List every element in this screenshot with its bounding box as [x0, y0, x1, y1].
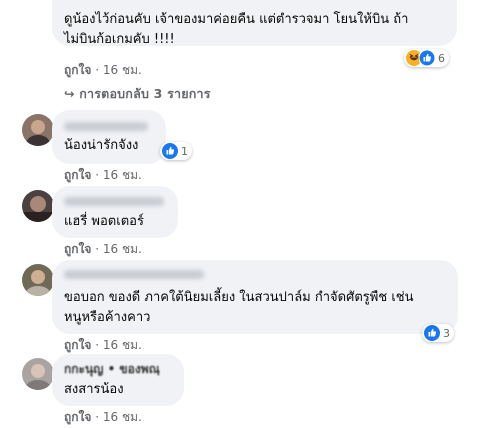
- timestamp[interactable]: 16 ชม.: [103, 63, 142, 77]
- comment-bubble: น้องน่ารักจังง: [52, 110, 166, 164]
- avatar[interactable]: [22, 264, 54, 296]
- avatar-photo: [22, 358, 54, 390]
- comment-meta: ถูกใจ · 16 ชม.: [64, 408, 142, 427]
- comment-bubble: แฮรี่ พอตเตอร์: [52, 186, 178, 238]
- author-name[interactable]: กกะนุญ • ของพณฺ: [64, 359, 160, 379]
- avatar[interactable]: [22, 114, 54, 146]
- comment-meta: ถูกใจ · 16 ชม.: [64, 240, 142, 259]
- author-name-redacted[interactable]: [64, 197, 164, 206]
- reaction-count: 3: [443, 326, 450, 340]
- author-name-redacted[interactable]: [64, 270, 204, 279]
- avatar-photo: [22, 190, 54, 222]
- like-icon: [419, 50, 435, 66]
- separator: ·: [95, 242, 100, 256]
- comment-bubble: กกะนุญ • ของพณฺ สงสารน้อง: [52, 354, 184, 406]
- like-icon: [424, 325, 440, 341]
- avatar-photo: [22, 114, 54, 146]
- comment-text: ดูน้องไว้ก่อนคับ เจ้าของมาค่อยคืน แต่ตำร…: [64, 12, 409, 27]
- separator: ·: [95, 168, 100, 182]
- comment-text: สงสารน้อง: [64, 382, 124, 397]
- reaction-summary[interactable]: 6: [404, 49, 449, 67]
- timestamp[interactable]: 16 ชม.: [103, 168, 142, 182]
- comment-text: หนูหรือค้างคาว: [64, 310, 151, 325]
- comment-bubble: ขอบอก ของดี ภาคใต้นิยมเลี้ยง ในสวนปาล์ม …: [52, 260, 458, 334]
- replies-label: การตอบกลับ 3 รายการ: [79, 86, 211, 101]
- like-link[interactable]: ถูกใจ: [64, 338, 91, 352]
- reply-arrow-icon: ↪: [64, 86, 75, 101]
- view-replies-button[interactable]: ↪ การตอบกลับ 3 รายการ: [64, 84, 211, 104]
- comment-text: แฮรี่ พอตเตอร์: [64, 214, 144, 229]
- separator: ·: [95, 63, 100, 77]
- avatar[interactable]: [22, 358, 54, 390]
- reaction-summary[interactable]: 1: [160, 142, 192, 160]
- comment-bubble: ดูน้องไว้ก่อนคับ เจ้าของมาค่อยคืน แต่ตำร…: [52, 0, 457, 47]
- reaction-summary[interactable]: 3: [422, 324, 454, 342]
- comment-meta: ถูกใจ · 16 ชม.: [64, 61, 142, 80]
- timestamp[interactable]: 16 ชม.: [103, 242, 142, 256]
- comment-text: ไม่บินก้อเกมคับ !!!!: [64, 32, 175, 47]
- like-link[interactable]: ถูกใจ: [64, 410, 91, 424]
- timestamp[interactable]: 16 ชม.: [103, 338, 142, 352]
- avatar[interactable]: [22, 190, 54, 222]
- separator: ·: [95, 338, 100, 352]
- comment-text: น้องน่ารักจังง: [64, 138, 139, 153]
- like-icon: [162, 143, 178, 159]
- reaction-count: 1: [181, 144, 188, 158]
- like-link[interactable]: ถูกใจ: [64, 168, 91, 182]
- comment-meta: ถูกใจ · 16 ชม.: [64, 166, 142, 185]
- comment-text: ขอบอก ของดี ภาคใต้นิยมเลี้ยง ในสวนปาล์ม …: [64, 290, 414, 305]
- timestamp[interactable]: 16 ชม.: [103, 410, 142, 424]
- avatar-photo: [22, 264, 54, 296]
- author-name-redacted[interactable]: [64, 122, 148, 131]
- separator: ·: [95, 410, 100, 424]
- reaction-count: 6: [438, 51, 445, 65]
- like-link[interactable]: ถูกใจ: [64, 63, 91, 77]
- comment-meta: ถูกใจ · 16 ชม.: [64, 336, 142, 355]
- like-link[interactable]: ถูกใจ: [64, 242, 91, 256]
